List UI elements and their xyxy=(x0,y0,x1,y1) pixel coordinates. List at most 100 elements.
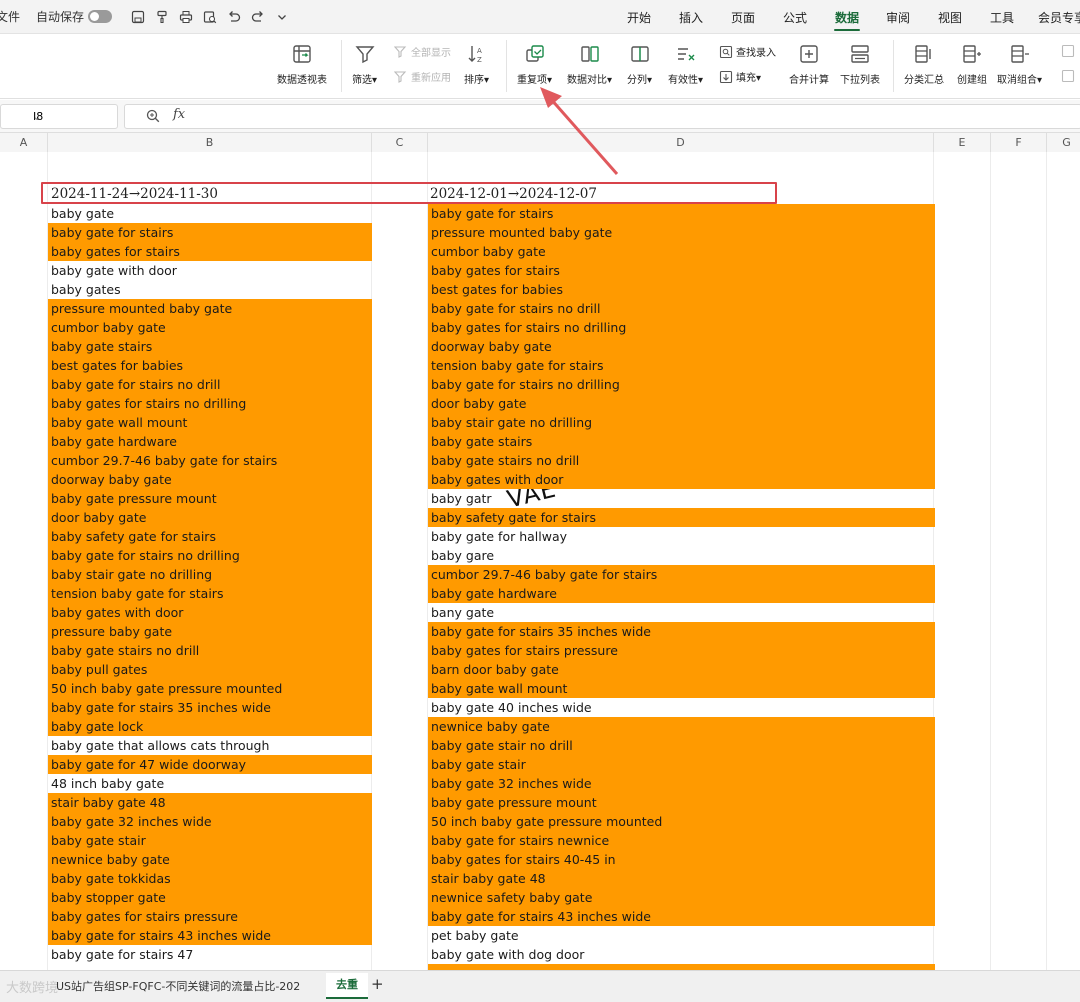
cell-d[interactable]: baby gate stair no drill xyxy=(428,736,935,755)
cell-b[interactable]: baby gate for stairs 35 inches wide xyxy=(48,698,372,717)
cell-b[interactable]: baby gate 32 inches wide xyxy=(48,812,372,831)
lookup-entry-button[interactable]: 查找录入 xyxy=(719,44,776,59)
cell-b[interactable]: baby gates xyxy=(48,280,372,299)
tab-8[interactable]: 会员专享 xyxy=(1038,9,1080,26)
sheet-tab-main[interactable]: US站广告组SP-FQFC-不同关键词的流量占比-202 xyxy=(56,978,300,994)
column-header-b[interactable]: B xyxy=(48,133,372,152)
cell-d[interactable]: door baby gate xyxy=(428,394,935,413)
cell-d[interactable]: best gates for babies xyxy=(428,280,935,299)
sort-button[interactable]: AZ 排序▾ xyxy=(464,34,489,98)
cell-b[interactable]: baby gate that allows cats through xyxy=(48,736,372,755)
cell-b[interactable]: baby gate stairs xyxy=(48,337,372,356)
cell-b[interactable]: baby gates for stairs no drilling xyxy=(48,394,372,413)
reapply-button[interactable]: 重新应用 xyxy=(394,69,451,84)
cell-d[interactable]: baby gate stair xyxy=(428,755,935,774)
pivot-table-button[interactable]: 数据透视表 xyxy=(277,34,327,98)
tab-0[interactable]: 开始 xyxy=(627,9,651,26)
cell-b[interactable]: tension baby gate for stairs xyxy=(48,584,372,603)
cell-d[interactable]: baby gate for stairs newnice xyxy=(428,831,935,850)
fill-button[interactable]: 填充▾ xyxy=(719,69,761,84)
cell-d[interactable]: baby gate for stairs xyxy=(428,204,935,223)
show-all-button[interactable]: 全部显示 xyxy=(394,44,451,59)
tab-4[interactable]: 数据 xyxy=(835,9,859,26)
column-header-c[interactable]: C xyxy=(372,133,428,152)
tab-5[interactable]: 审阅 xyxy=(886,9,910,26)
data-compare-button[interactable]: 数据对比▾ xyxy=(567,34,612,98)
cell-d[interactable]: baby gate hardware xyxy=(428,584,935,603)
cell-b[interactable]: baby gates for stairs pressure xyxy=(48,907,372,926)
cell-d[interactable]: cumbor baby gate xyxy=(428,242,935,261)
consolidate-button[interactable]: 合并计算 xyxy=(789,34,829,98)
sheet-tab-active[interactable]: 去重 xyxy=(326,973,368,999)
cell-b[interactable]: baby gate for stairs 47 xyxy=(48,945,372,964)
cell-b[interactable]: baby gate for 47 wide doorway xyxy=(48,755,372,774)
cell-b[interactable]: baby gate for stairs xyxy=(48,223,372,242)
cell-d[interactable]: baby gate for stairs 43 inches wide xyxy=(428,907,935,926)
cell-b[interactable]: baby gate stairs no drill xyxy=(48,641,372,660)
column-header-e[interactable]: E xyxy=(934,133,991,152)
cell-b[interactable]: newnice baby gate xyxy=(48,850,372,869)
cell-b[interactable]: baby gate hardware xyxy=(48,432,372,451)
collapse-detail-icon[interactable] xyxy=(1061,69,1078,83)
validity-button[interactable]: 有效性▾ xyxy=(668,34,703,98)
cell-d[interactable]: baby gate for hallway xyxy=(428,527,935,546)
formula-input[interactable]: fx xyxy=(124,104,1080,129)
cell-b[interactable]: baby gates with door xyxy=(48,603,372,622)
cell-d[interactable]: baby gate for stairs 35 inches wide xyxy=(428,622,935,641)
cell-b[interactable]: doorway baby gate xyxy=(48,470,372,489)
cell-d[interactable]: baby gate 40 inches wide xyxy=(428,698,935,717)
column-header-g[interactable]: G xyxy=(1047,133,1080,152)
cell-b[interactable]: baby gate tokkidas xyxy=(48,869,372,888)
cell-d[interactable]: baby safety gate for stairs xyxy=(428,508,935,527)
cell-d[interactable]: 50 inch baby gate pressure mounted xyxy=(428,812,935,831)
cell-d[interactable]: baby gate for stairs no drill xyxy=(428,299,935,318)
cell-b[interactable]: stair baby gate 48 xyxy=(48,793,372,812)
cell-b[interactable]: baby gate for stairs no drill xyxy=(48,375,372,394)
cell-d[interactable]: baby gates for stairs xyxy=(428,261,935,280)
zoom-icon[interactable] xyxy=(145,108,161,124)
ungroup-button[interactable]: 取消组合▾ xyxy=(997,34,1042,98)
cell-b[interactable]: baby gate xyxy=(48,204,372,223)
cell-d[interactable]: baby gatr xyxy=(428,489,935,508)
cell-b[interactable]: pressure mounted baby gate xyxy=(48,299,372,318)
cell-d[interactable]: cumbor 29.7-46 baby gate for stairs xyxy=(428,565,935,584)
chevron-down-icon[interactable]: ⌄ xyxy=(33,106,111,129)
cell-d[interactable]: baby gate stairs no drill xyxy=(428,451,935,470)
cell-b[interactable]: 48 inch baby gate xyxy=(48,774,372,793)
cell-b[interactable]: baby gate with door xyxy=(48,261,372,280)
cell-b[interactable]: cumbor baby gate xyxy=(48,318,372,337)
create-group-button[interactable]: 创建组 xyxy=(957,34,987,98)
cell-d[interactable]: baby gate for stairs no drilling xyxy=(428,375,935,394)
cell-b[interactable]: baby pull gates xyxy=(48,660,372,679)
spreadsheet-grid[interactable]: 2024-11-24→2024-11-30 2024-12-01→2024-12… xyxy=(0,152,1080,970)
cell-b[interactable]: 50 inch baby gate pressure mounted xyxy=(48,679,372,698)
dropdown-list-button[interactable]: 下拉列表 xyxy=(840,34,880,98)
cell-d[interactable]: barn door baby gate xyxy=(428,660,935,679)
column-header-f[interactable]: F xyxy=(991,133,1047,152)
cell-d[interactable]: newnice baby gate xyxy=(428,717,935,736)
cell-b[interactable]: baby safety gate for stairs xyxy=(48,527,372,546)
column-header-d[interactable]: D xyxy=(428,133,934,152)
cell-b[interactable]: baby gate for stairs no drilling xyxy=(48,546,372,565)
cell-b[interactable]: baby gates for stairs xyxy=(48,242,372,261)
cell-b[interactable]: baby gate wall mount xyxy=(48,413,372,432)
add-sheet-button[interactable]: + xyxy=(371,975,384,993)
cell-b[interactable]: baby gate for stairs 43 inches wide xyxy=(48,926,372,945)
cell-d[interactable]: baby gate wall mount xyxy=(428,679,935,698)
filter-button[interactable]: 筛选▾ xyxy=(352,34,377,98)
cell-d[interactable]: tension baby gate for stairs xyxy=(428,356,935,375)
cell-b[interactable]: cumbor 29.7-46 baby gate for stairs xyxy=(48,451,372,470)
cell-b[interactable]: best gates for babies xyxy=(48,356,372,375)
cell-d[interactable]: doorway baby gate xyxy=(428,337,935,356)
cell-d[interactable]: baby gare xyxy=(428,546,935,565)
cell-b[interactable]: door baby gate xyxy=(48,508,372,527)
split-column-button[interactable]: 分列▾ xyxy=(627,34,652,98)
name-box[interactable]: I8 ⌄ xyxy=(0,104,118,129)
cell-d[interactable]: baby gate 32 inches wide xyxy=(428,774,935,793)
cell-b[interactable]: pressure baby gate xyxy=(48,622,372,641)
cell-b[interactable]: baby stair gate no drilling xyxy=(48,565,372,584)
cell-d[interactable]: stair baby gate 48 xyxy=(428,869,935,888)
expand-detail-icon[interactable] xyxy=(1061,44,1078,58)
tab-3[interactable]: 公式 xyxy=(783,9,807,26)
cell-b[interactable]: baby gate lock xyxy=(48,717,372,736)
